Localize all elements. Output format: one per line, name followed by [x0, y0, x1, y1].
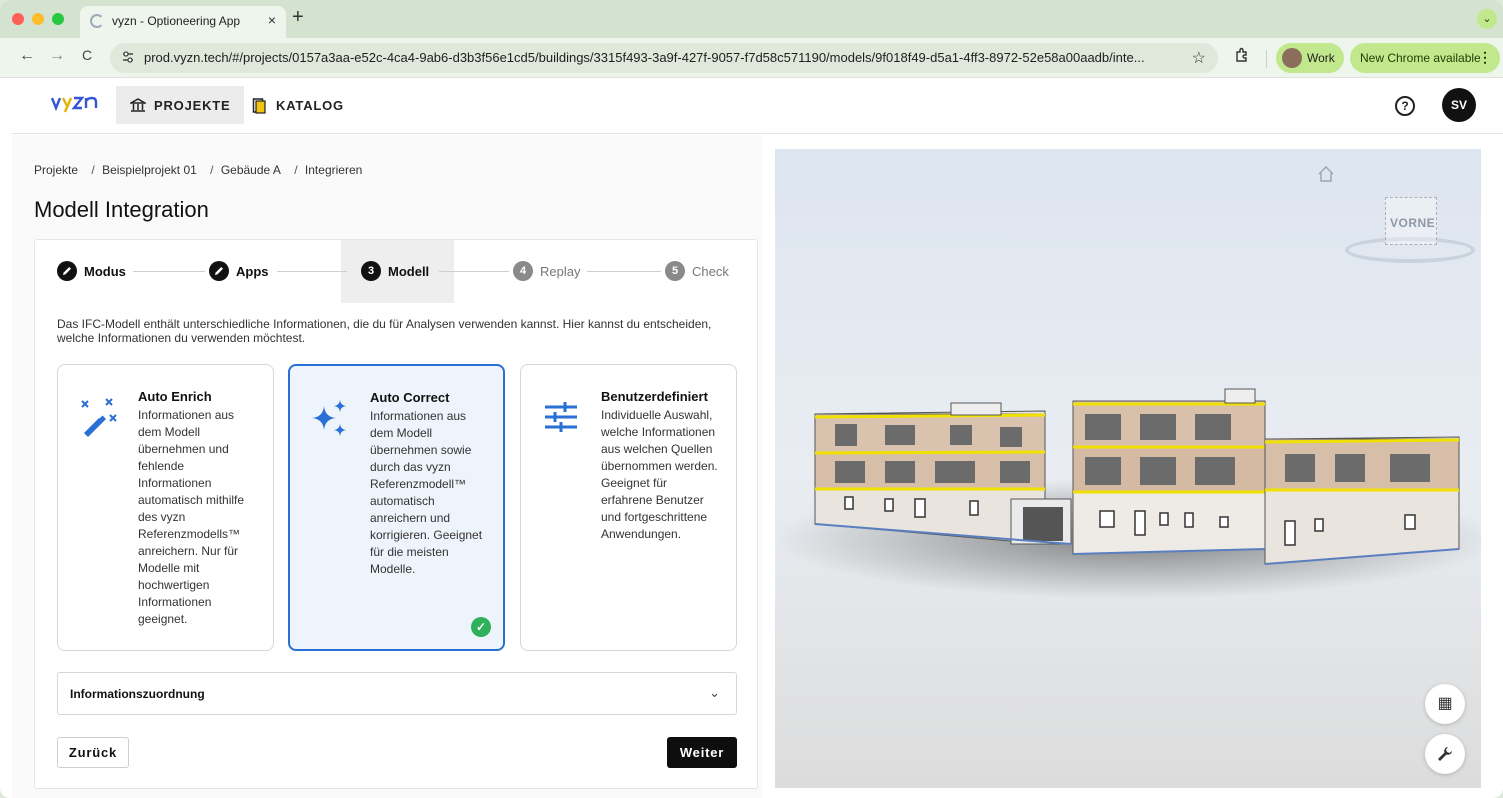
extensions-icon[interactable]: [1234, 47, 1250, 67]
grid-view-icon[interactable]: ▦: [1425, 684, 1465, 724]
tab-close-icon[interactable]: ×: [268, 12, 276, 28]
magic-wand-icon: [78, 397, 118, 437]
new-tab-button[interactable]: +: [292, 7, 304, 27]
back-icon[interactable]: ←: [16, 47, 38, 65]
breadcrumb-separator: /: [294, 163, 298, 177]
step-label: Modell: [388, 263, 430, 279]
update-label: New Chrome available: [1360, 51, 1481, 65]
nav-katalog-label: KATALOG: [276, 97, 344, 113]
option-title: Auto Correct: [370, 390, 450, 405]
step-label: Check: [692, 263, 729, 279]
chrome-update-button[interactable]: New Chrome available ⋮: [1350, 43, 1500, 73]
option-auto-enrich[interactable]: Auto Enrich Informationen aus dem Modell…: [57, 364, 274, 651]
main-content: Projekte / Beispielprojekt 01 / Gebäude …: [12, 135, 762, 798]
option-title: Benutzerdefiniert: [601, 389, 708, 404]
url-text: prod.vyzn.tech/#/projects/0157a3aa-e52c-…: [144, 50, 1145, 65]
integration-card: Modus Apps 3 Modell 4 Replay 5 Check Das…: [34, 239, 758, 789]
nav-projekte[interactable]: PROJEKTE: [116, 86, 245, 124]
minimize-window-button[interactable]: [32, 13, 44, 25]
step-number: 3: [361, 261, 381, 281]
forward-icon[interactable]: →: [46, 47, 68, 65]
app-header: PROJEKTE KATALOG ? SV: [12, 78, 1503, 134]
breadcrumb-separator: /: [91, 163, 95, 177]
page-title: Modell Integration: [34, 197, 209, 222]
profile-label: Work: [1307, 51, 1335, 65]
profile-button[interactable]: Work: [1276, 43, 1344, 73]
menu-kebab-icon[interactable]: ⋮: [1478, 49, 1492, 66]
tab-title: vyzn - Optioneering App: [112, 14, 241, 28]
step-connector: [439, 271, 509, 272]
informationszuordnung-accordion[interactable]: Informationszuordnung ⌄: [57, 672, 737, 715]
browser-tab[interactable]: vyzn - Optioneering App ×: [80, 6, 286, 38]
maximize-window-button[interactable]: [52, 13, 64, 25]
pencil-icon: [209, 261, 229, 281]
tab-search-button[interactable]: ⌄: [1477, 9, 1497, 29]
toolbar-separator: [1266, 50, 1267, 68]
site-settings-icon[interactable]: [120, 50, 136, 66]
help-icon[interactable]: ?: [1395, 96, 1415, 116]
step-connector: [133, 271, 205, 272]
sliders-icon: [541, 397, 581, 437]
tab-strip: vyzn - Optioneering App × + ⌄: [0, 0, 1503, 38]
step-label: Apps: [236, 263, 269, 279]
reload-icon[interactable]: C: [76, 47, 98, 63]
option-description: Individuelle Auswahl, welche Information…: [601, 408, 718, 541]
option-auto-correct[interactable]: Auto Correct Informationen aus dem Model…: [288, 364, 505, 651]
option-description: Informationen aus dem Modell übernehmen …: [370, 409, 483, 576]
nav-katalog[interactable]: KATALOG: [238, 86, 358, 124]
step-replay[interactable]: 4 Replay: [513, 261, 580, 281]
back-button[interactable]: Zurück: [57, 737, 129, 768]
step-check[interactable]: 5 Check: [665, 261, 729, 281]
step-connector: [587, 271, 661, 272]
pencil-icon: [57, 261, 77, 281]
bookmark-star-icon[interactable]: ☆: [1192, 48, 1206, 68]
breadcrumb-project[interactable]: Beispielprojekt 01: [102, 163, 197, 177]
catalog-book-icon: [252, 98, 268, 114]
step-connector: [277, 271, 347, 272]
viewcube[interactable]: VORNE: [1345, 191, 1475, 271]
option-title: Auto Enrich: [138, 389, 212, 404]
address-bar[interactable]: prod.vyzn.tech/#/projects/0157a3aa-e52c-…: [110, 43, 1218, 73]
step-number: 4: [513, 261, 533, 281]
viewcube-label: VORNE: [1390, 216, 1436, 230]
wrench-icon[interactable]: [1425, 734, 1465, 774]
breadcrumb-separator: /: [210, 163, 214, 177]
breadcrumb-projekte[interactable]: Projekte: [34, 163, 78, 177]
breadcrumb: Projekte / Beispielprojekt 01 / Gebäude …: [34, 163, 366, 177]
accordion-label: Informationszuordnung: [70, 687, 205, 701]
browser-window: vyzn - Optioneering App × + ⌄ ← → C prod…: [0, 0, 1503, 798]
intro-text: Das IFC-Modell enthält unterschiedliche …: [57, 317, 712, 345]
close-window-button[interactable]: [12, 13, 24, 25]
breadcrumb-building[interactable]: Gebäude A: [221, 163, 281, 177]
chevron-down-icon[interactable]: ⌄: [709, 685, 720, 701]
home-icon[interactable]: [1317, 165, 1335, 183]
step-apps[interactable]: Apps: [209, 261, 269, 281]
next-button[interactable]: Weiter: [667, 737, 737, 768]
option-description: Informationen aus dem Modell übernehmen …: [138, 408, 245, 626]
step-modell[interactable]: 3 Modell: [361, 261, 429, 281]
browser-toolbar: ← → C prod.vyzn.tech/#/projects/0157a3aa…: [0, 38, 1503, 78]
stepper: Modus Apps 3 Modell 4 Replay 5 Check: [35, 240, 759, 303]
building-columns-icon: [128, 98, 148, 112]
step-modus[interactable]: Modus: [57, 261, 126, 281]
loading-icon: [90, 14, 104, 28]
sparkles-icon: [310, 398, 350, 438]
user-avatar[interactable]: SV: [1442, 88, 1476, 122]
breadcrumb-current: Integrieren: [304, 163, 363, 177]
building-model: [775, 388, 1481, 599]
vyzn-logo[interactable]: [50, 92, 100, 120]
step-label: Modus: [84, 263, 126, 279]
step-label: Replay: [540, 263, 581, 279]
profile-avatar: [1282, 48, 1302, 68]
option-benutzerdefiniert[interactable]: Benutzerdefiniert Individuelle Auswahl, …: [520, 364, 737, 651]
check-icon: ✓: [471, 617, 491, 637]
nav-projekte-label: PROJEKTE: [154, 97, 231, 113]
step-number: 5: [665, 261, 685, 281]
model-viewer[interactable]: VORNE ▦: [775, 149, 1481, 788]
